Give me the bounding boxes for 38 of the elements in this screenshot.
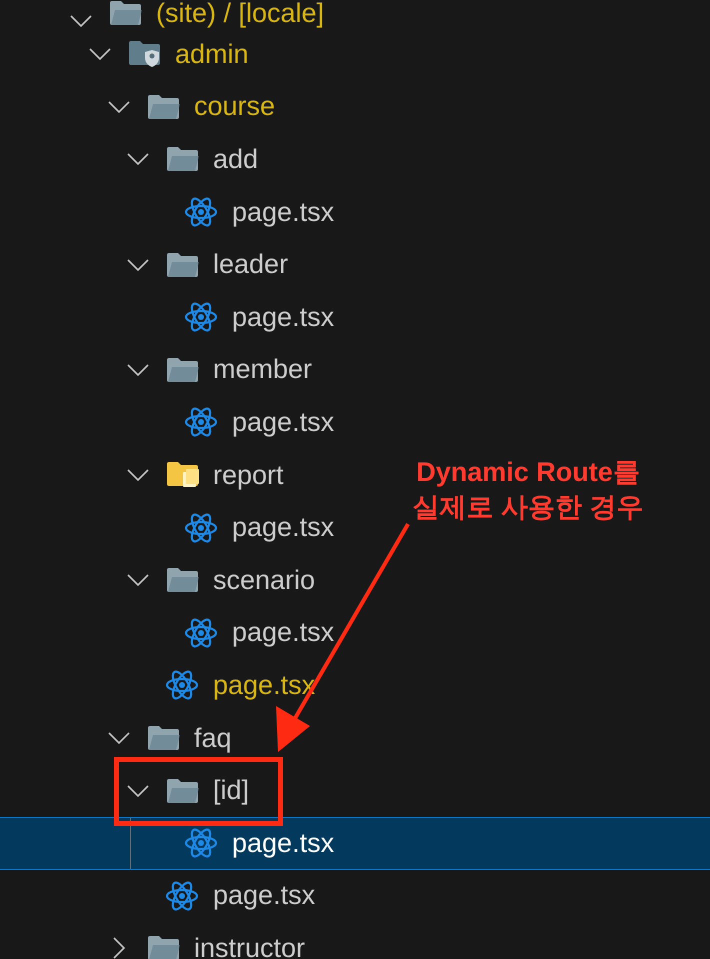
folder-icon	[165, 250, 201, 279]
folder-name[interactable]: [id]	[213, 777, 250, 804]
atom-icon	[184, 616, 218, 649]
atom-icon	[184, 512, 218, 544]
folder-icon	[146, 92, 182, 121]
folder-icon	[108, 0, 144, 27]
selected-row[interactable]: page.tsx	[0, 816, 710, 870]
shield-folder-icon	[127, 39, 163, 70]
folder-name[interactable]: report	[213, 462, 284, 489]
file-name[interactable]: page.tsx	[232, 830, 334, 857]
folder-icon	[165, 776, 201, 805]
folder-icon	[165, 356, 201, 384]
annotation-text: Dynamic Route를 실제로 사용한 경우	[411, 456, 644, 524]
file-name[interactable]: page.tsx	[213, 882, 316, 910]
folder-name[interactable]: leader	[213, 251, 288, 278]
folder-name[interactable]: admin	[175, 40, 249, 68]
folder-name[interactable]: (site) / [locale]	[156, 0, 324, 27]
folder-icon	[146, 724, 182, 752]
folder-name[interactable]: scenario	[213, 566, 316, 594]
file-name[interactable]: page.tsx	[232, 304, 334, 331]
atom-icon	[184, 827, 218, 860]
folder-name[interactable]: instructor	[194, 934, 306, 959]
folder-icon	[165, 566, 201, 594]
file-name[interactable]: page.tsx	[232, 198, 334, 226]
file-name[interactable]: page.tsx	[232, 619, 334, 646]
file-name[interactable]: page.tsx	[232, 514, 334, 542]
atom-icon	[165, 669, 199, 702]
folder-icon	[165, 145, 201, 174]
atom-icon	[184, 406, 218, 438]
atom-icon	[184, 196, 218, 228]
folder-icon	[146, 934, 182, 959]
folder-name[interactable]: add	[213, 146, 258, 173]
atom-icon	[165, 880, 199, 912]
file-name[interactable]: page.tsx	[232, 408, 334, 436]
folder-name[interactable]: course	[194, 93, 276, 120]
folder-name[interactable]: member	[213, 356, 312, 384]
folder-name[interactable]: faq	[194, 724, 232, 752]
atom-icon	[184, 301, 218, 334]
